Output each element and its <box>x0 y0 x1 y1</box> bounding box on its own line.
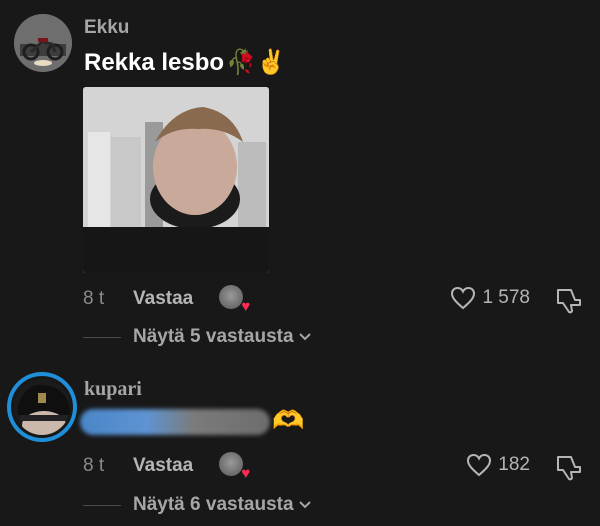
view-replies-label[interactable]: Näytä 5 vastausta <box>133 326 294 348</box>
heart-outline-icon[interactable] <box>450 286 476 310</box>
divider-line <box>83 336 121 338</box>
creator-liked-icon: ♥ <box>219 452 250 482</box>
reply-button[interactable]: Vastaa <box>133 455 193 477</box>
view-replies-button[interactable]: Näytä 5 vastausta <box>83 326 312 348</box>
like-count: 182 <box>498 454 530 475</box>
comments-panel: Ekku Rekka lesbo 🥀✌️ 8 t Vastaa ♥ 1 578 <box>0 0 600 526</box>
avatar[interactable] <box>14 14 72 72</box>
comment-username[interactable]: kupari <box>84 378 142 401</box>
like-button[interactable]: 1 578 <box>450 286 530 310</box>
like-count: 1 578 <box>482 287 530 308</box>
comment-text-content: Rekka lesbo <box>84 48 225 76</box>
avatar-with-story-ring[interactable] <box>7 372 77 442</box>
chevron-down-icon[interactable] <box>298 332 312 342</box>
heart-outline-icon[interactable] <box>466 453 492 477</box>
like-button[interactable]: 182 <box>466 453 530 477</box>
comment-photo[interactable] <box>83 87 269 273</box>
comment-meta: 8 t Vastaa ♥ <box>83 285 250 315</box>
comment-emoji: 🥀✌️ <box>226 49 286 76</box>
comment-time: 8 t <box>83 288 105 309</box>
comment-time: 8 t <box>83 455 105 476</box>
avatar[interactable] <box>11 376 73 438</box>
comment-emoji: 🫶 <box>272 405 305 435</box>
comment-username[interactable]: Ekku <box>84 17 129 39</box>
thumbs-down-icon[interactable] <box>553 285 583 315</box>
reply-button[interactable]: Vastaa <box>133 288 193 310</box>
blurred-comment-text <box>80 409 270 435</box>
comment-text: Rekka lesbo 🥀✌️ <box>84 48 286 77</box>
comment-meta: 8 t Vastaa ♥ <box>83 452 250 482</box>
thumbs-down-icon[interactable] <box>553 452 583 482</box>
chevron-down-icon[interactable] <box>298 500 312 510</box>
divider-line <box>83 504 121 506</box>
creator-liked-icon: ♥ <box>219 285 250 315</box>
view-replies-label[interactable]: Näytä 6 vastausta <box>133 494 294 516</box>
view-replies-button[interactable]: Näytä 6 vastausta <box>83 494 312 516</box>
